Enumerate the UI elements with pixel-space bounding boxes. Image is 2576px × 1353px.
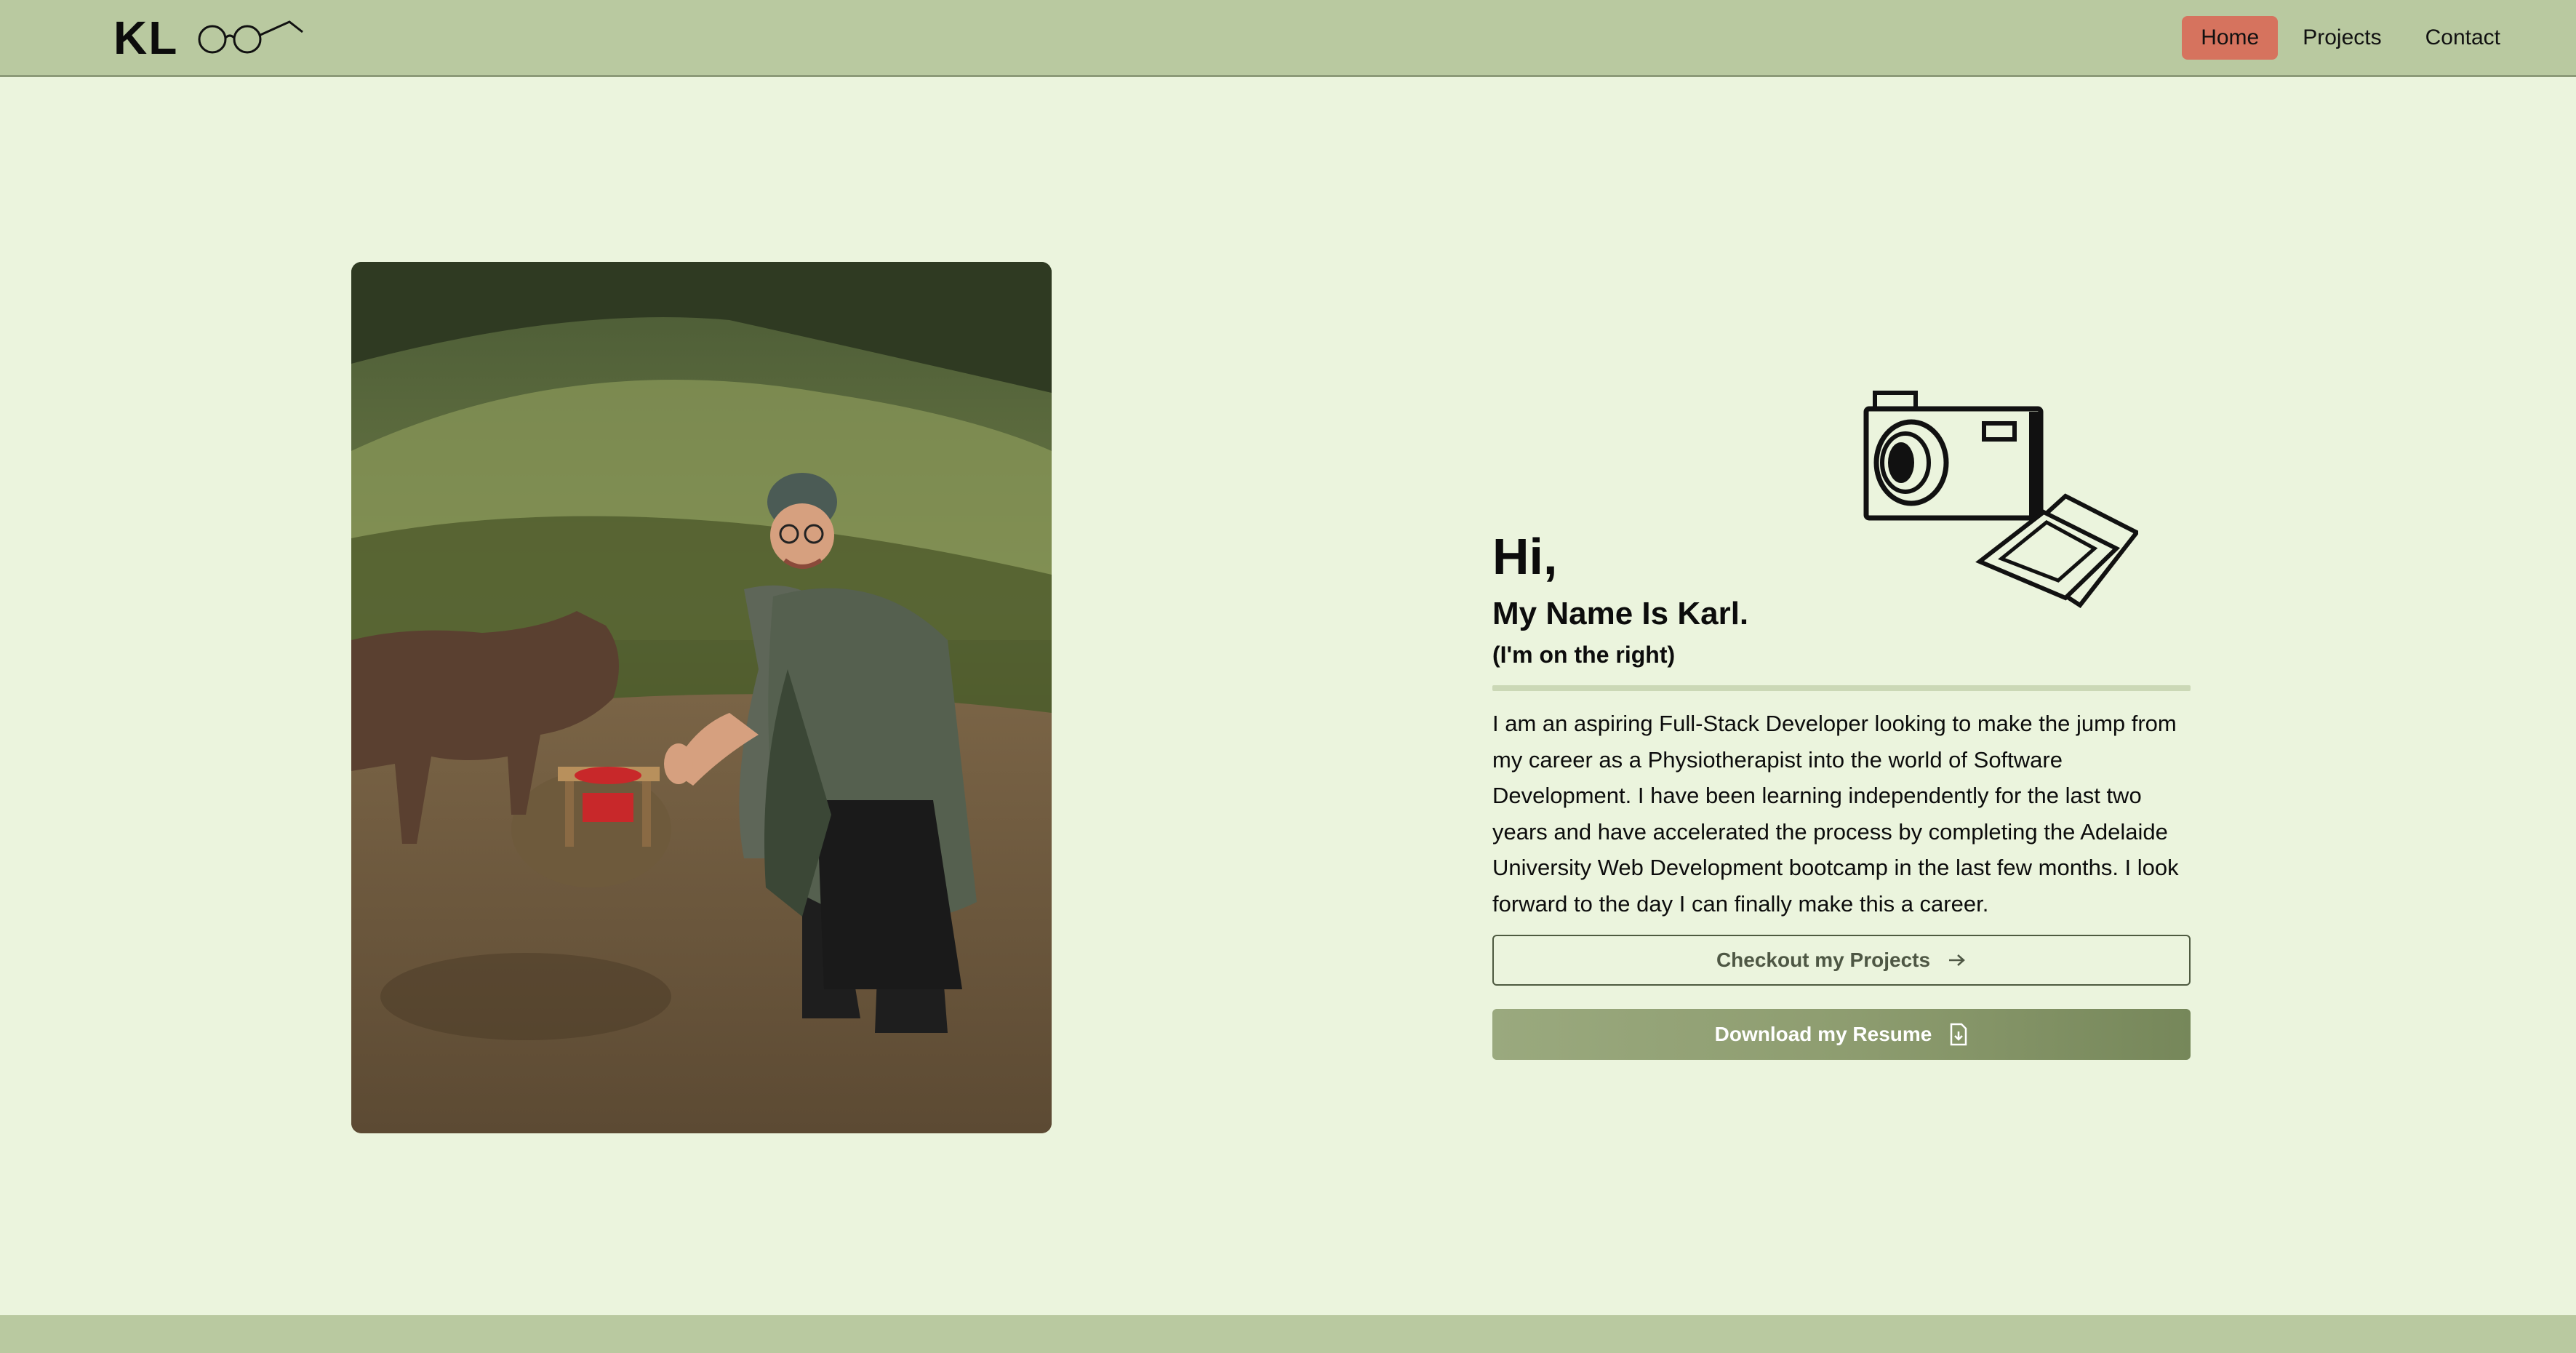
projects-button-label: Checkout my Projects	[1716, 949, 1931, 971]
nav-home[interactable]: Home	[2182, 16, 2279, 60]
resume-button-label: Download my Resume	[1714, 1023, 1932, 1045]
resume-button[interactable]: Download my Resume	[1492, 1009, 2191, 1060]
file-download-icon	[1951, 1023, 1967, 1046]
hero-section: Hi, My Name Is Karl. (I'm on the right) …	[1492, 524, 2191, 1060]
divider	[1492, 685, 2191, 691]
navbar: KL Home Projects Contact	[0, 0, 2576, 77]
footer	[0, 1315, 2576, 1353]
arrow-right-icon	[1949, 954, 1965, 966]
glasses-icon	[198, 20, 303, 54]
nav-links: Home Projects Contact	[2182, 16, 2519, 60]
greeting: Hi,	[1492, 528, 1558, 585]
name-heading: My Name Is Karl.	[1492, 596, 1749, 631]
logo[interactable]: KL	[113, 9, 178, 67]
bio-text: I am an aspiring Full-Stack Developer lo…	[1492, 711, 2179, 917]
portrait-photo	[351, 262, 1052, 1133]
nav-projects[interactable]: Projects	[2284, 16, 2400, 60]
aside-text: (I'm on the right)	[1492, 642, 1676, 668]
nav-contact[interactable]: Contact	[2407, 16, 2519, 60]
projects-button[interactable]: Checkout my Projects	[1492, 935, 2191, 986]
